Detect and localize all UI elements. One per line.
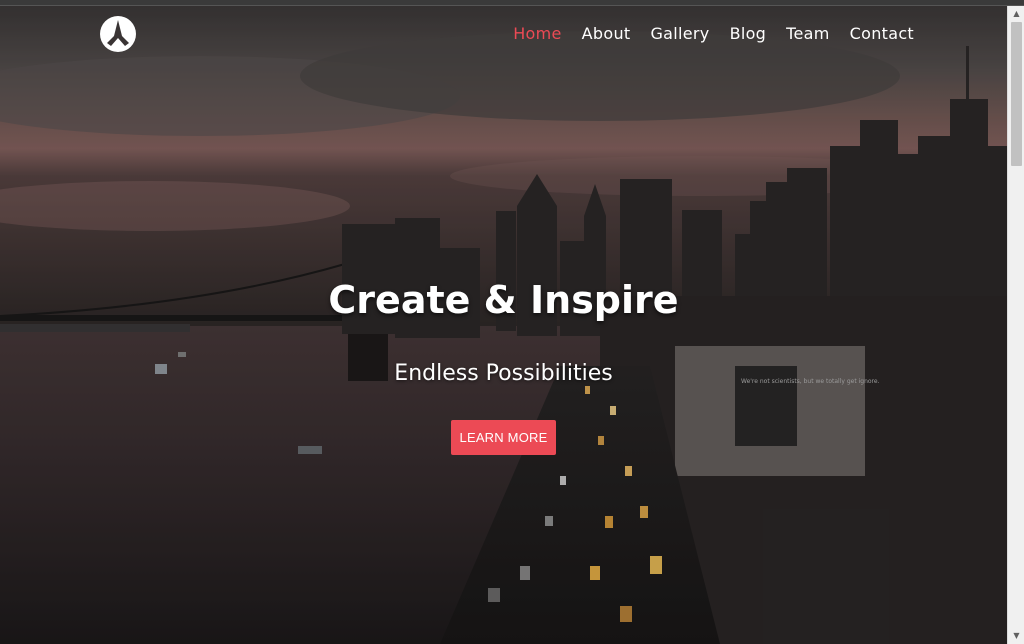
hero-overlay (0, 6, 1007, 644)
nav-item-home[interactable]: Home (513, 24, 561, 43)
nav-item-blog[interactable]: Blog (730, 24, 767, 43)
learn-more-button[interactable]: LEARN MORE (451, 420, 556, 455)
hero-section: We're not scientists, but we totally get… (0, 6, 1007, 644)
main-nav: Home About Gallery Blog Team Contact (513, 24, 914, 43)
arrow-down-icon[interactable]: ▼ (1008, 628, 1024, 644)
logo-icon[interactable] (100, 16, 136, 52)
nav-item-gallery[interactable]: Gallery (650, 24, 709, 43)
scrollbar-thumb[interactable] (1011, 22, 1022, 166)
hero-title: Create & Inspire (328, 278, 679, 322)
nav-item-team[interactable]: Team (786, 24, 830, 43)
nav-item-contact[interactable]: Contact (850, 24, 914, 43)
vertical-scrollbar[interactable]: ▲ ▼ (1007, 6, 1024, 644)
nav-item-about[interactable]: About (582, 24, 631, 43)
hero-subtitle: Endless Possibilities (394, 361, 613, 386)
arrow-up-icon[interactable]: ▲ (1008, 6, 1024, 22)
